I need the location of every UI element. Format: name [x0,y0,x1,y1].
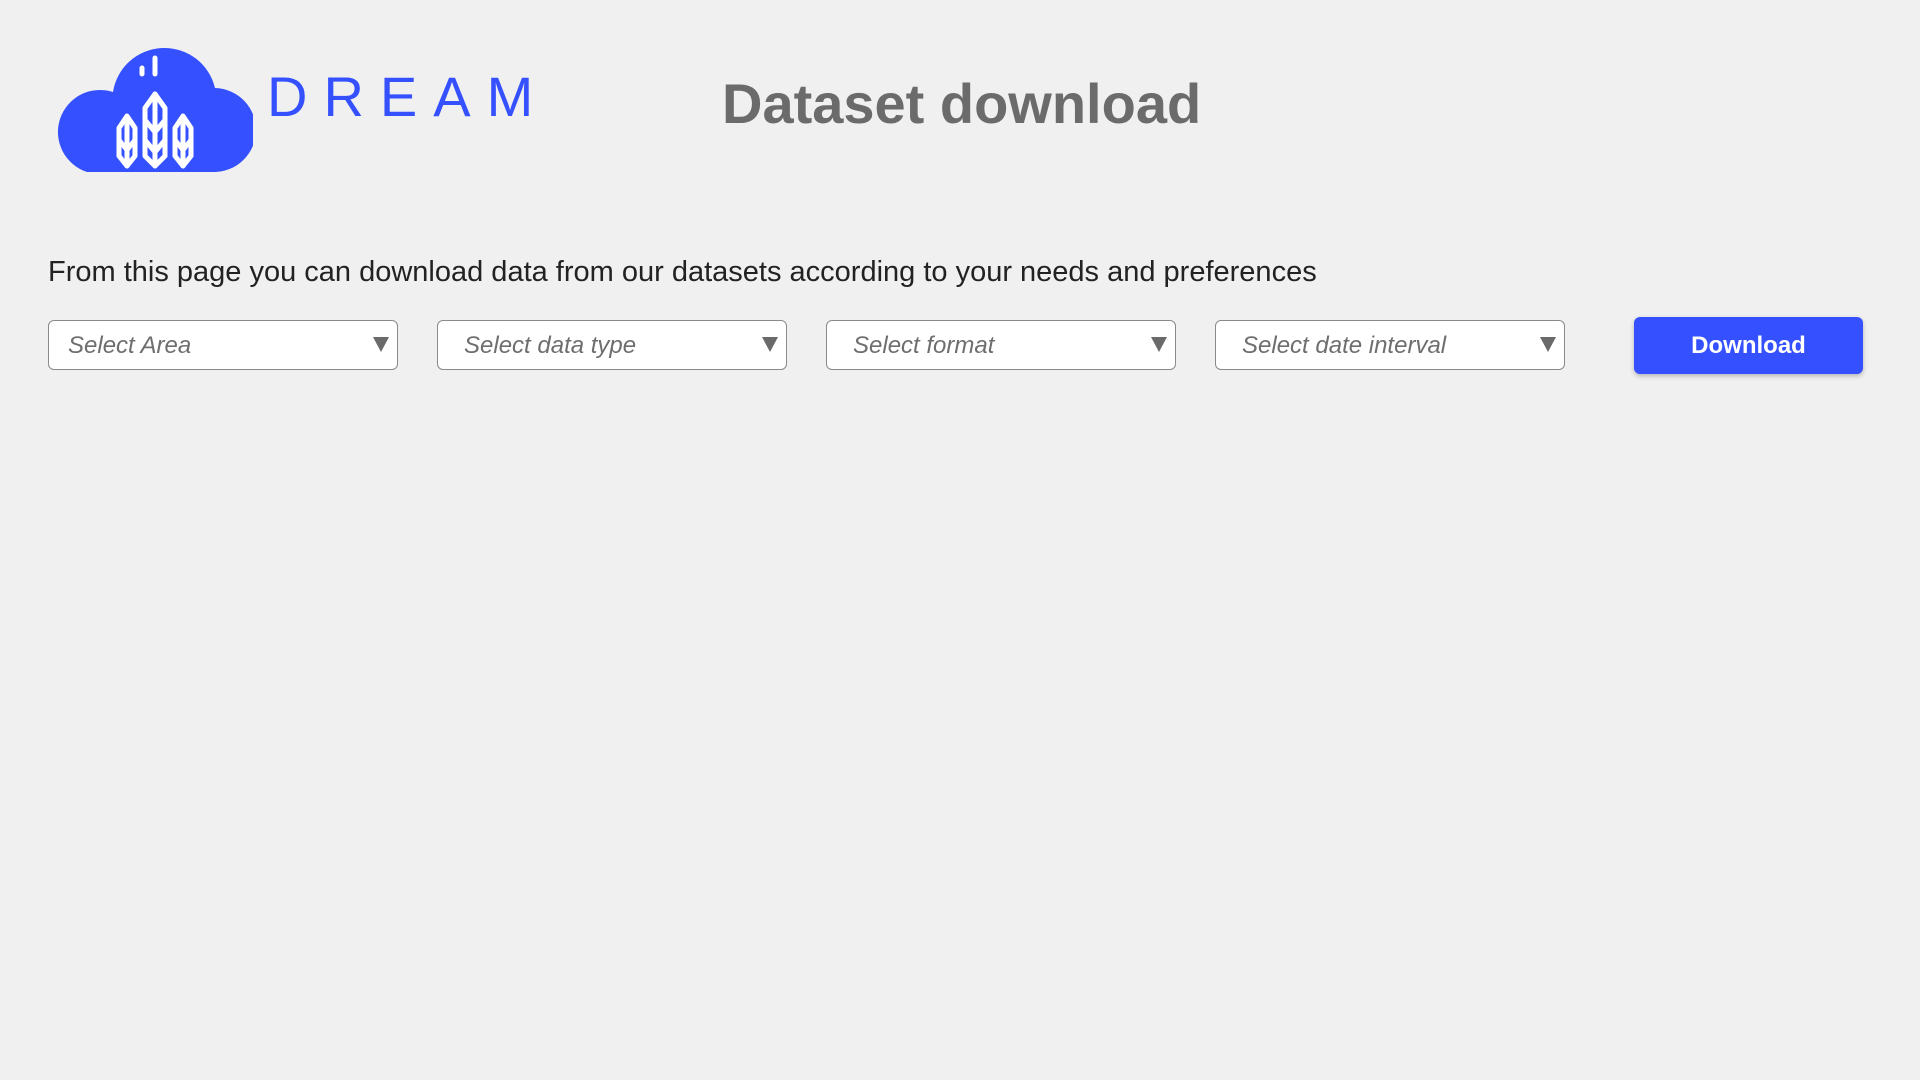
dataset-download-page: DREAM Dataset download From this page yo… [0,0,1920,1080]
brand-name: DREAM [267,65,550,128]
select-area-placeholder: Select Area [68,332,192,359]
chevron-down-icon [373,337,389,352]
select-data-type-dropdown[interactable]: Select data type [437,320,787,370]
cloud-wheat-icon [57,47,253,172]
download-button[interactable]: Download [1634,317,1863,374]
select-date-interval-dropdown[interactable]: Select date interval [1215,320,1565,370]
chevron-down-icon [1540,337,1556,352]
select-data-type-placeholder: Select data type [464,332,637,359]
chevron-down-icon [762,337,778,352]
dream-logo[interactable]: DREAM [47,36,537,172]
page-title: Dataset download [722,72,1202,135]
select-format-placeholder: Select format [853,332,995,359]
chevron-down-icon [1151,337,1167,352]
page-description: From this page you can download data fro… [48,256,1317,288]
select-date-interval-placeholder: Select date interval [1242,332,1447,359]
select-area-dropdown[interactable]: Select Area [48,320,398,370]
select-format-dropdown[interactable]: Select format [826,320,1176,370]
